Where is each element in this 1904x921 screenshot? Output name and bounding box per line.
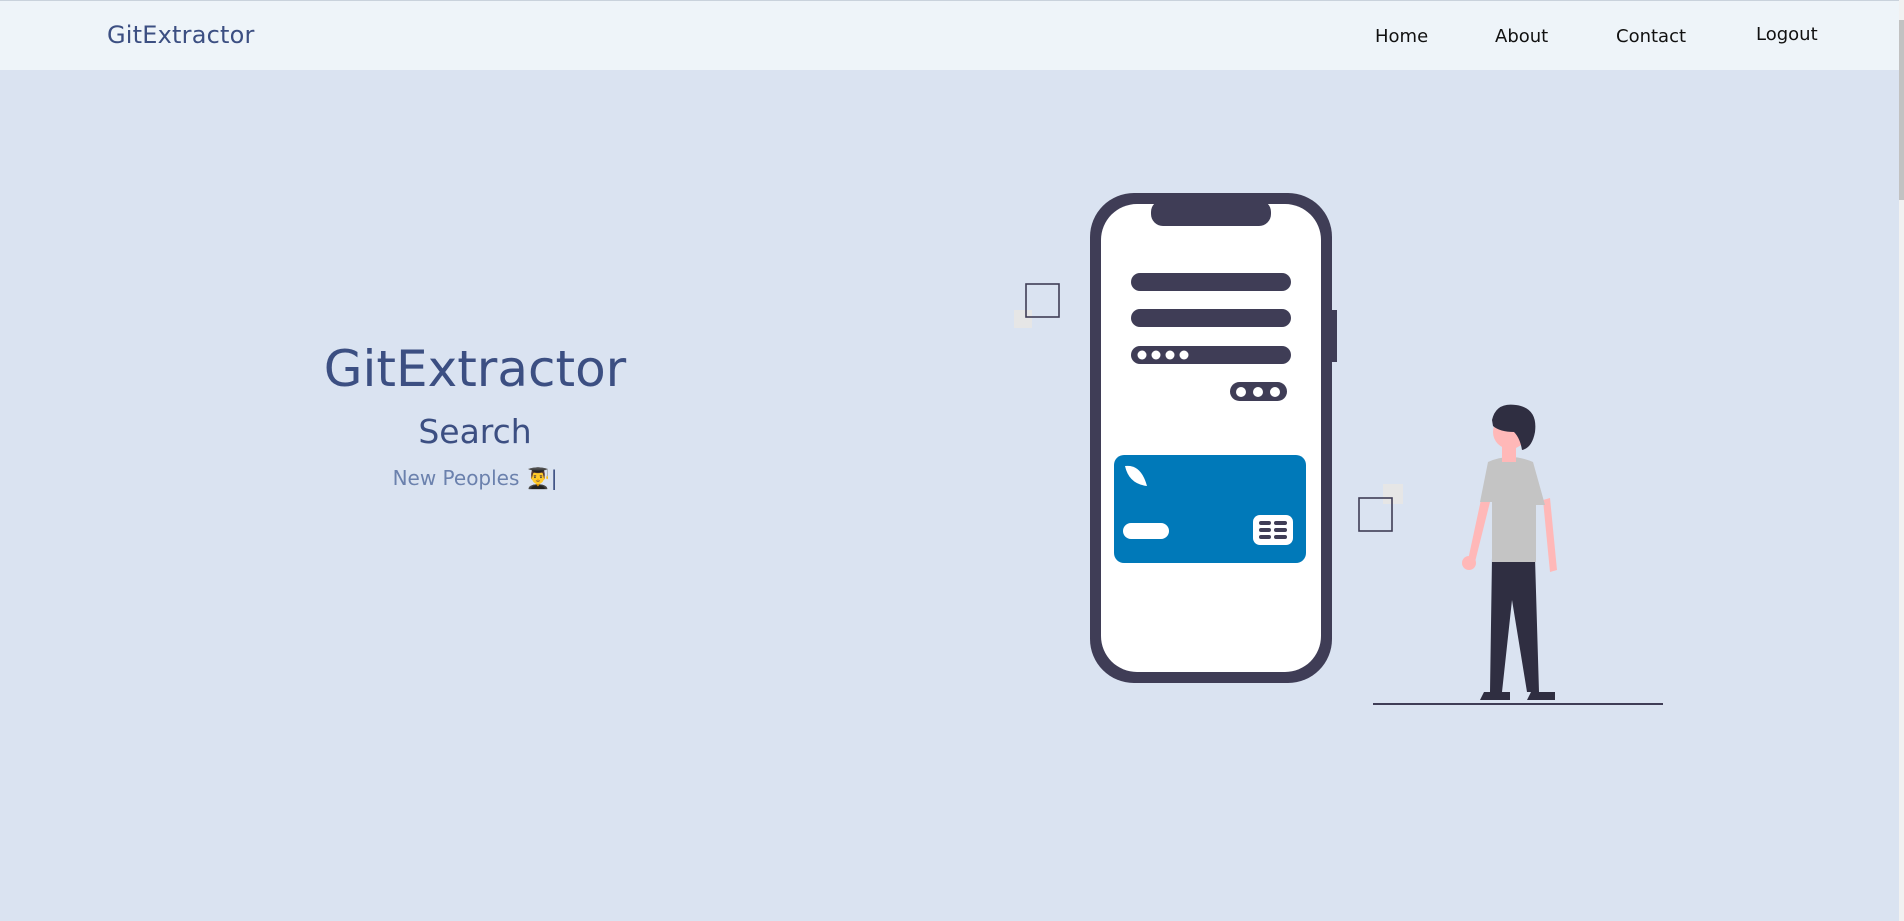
typing-caret: | <box>550 466 558 490</box>
nav-link-contact[interactable]: Contact <box>1616 26 1686 47</box>
student-emoji-icon: 👨‍🎓 <box>525 466 551 490</box>
nav-link-logout[interactable]: Logout <box>1756 24 1818 45</box>
deco-square-fill <box>1014 310 1032 328</box>
phone-notch <box>1151 200 1271 226</box>
scrollbar-thumb[interactable] <box>1899 20 1904 200</box>
card-number-pill <box>1123 523 1169 539</box>
credit-card <box>1114 455 1306 563</box>
hero-typed-text: New Peoples 👨‍🎓| <box>0 466 950 490</box>
form-line-1 <box>1131 273 1291 291</box>
person-figure <box>1462 404 1557 700</box>
form-line-2 <box>1131 309 1291 327</box>
hero-title: GitExtractor <box>323 340 627 398</box>
page: GitExtractor Home About Contact Logout G… <box>0 0 1904 921</box>
nav-link-about[interactable]: About <box>1495 26 1548 47</box>
nav-link-home[interactable]: Home <box>1375 26 1428 47</box>
scrollbar[interactable] <box>1899 0 1904 921</box>
navbar: GitExtractor Home About Contact Logout <box>0 0 1899 70</box>
typed-text: New Peoples <box>392 466 520 490</box>
brand-link[interactable]: GitExtractor <box>107 21 255 49</box>
phone-side-button <box>1332 310 1337 362</box>
deco-square-fill-2 <box>1383 484 1403 504</box>
phone-payment-illustration-icon <box>1014 193 1663 705</box>
hero-subtitle: Search <box>418 412 532 451</box>
